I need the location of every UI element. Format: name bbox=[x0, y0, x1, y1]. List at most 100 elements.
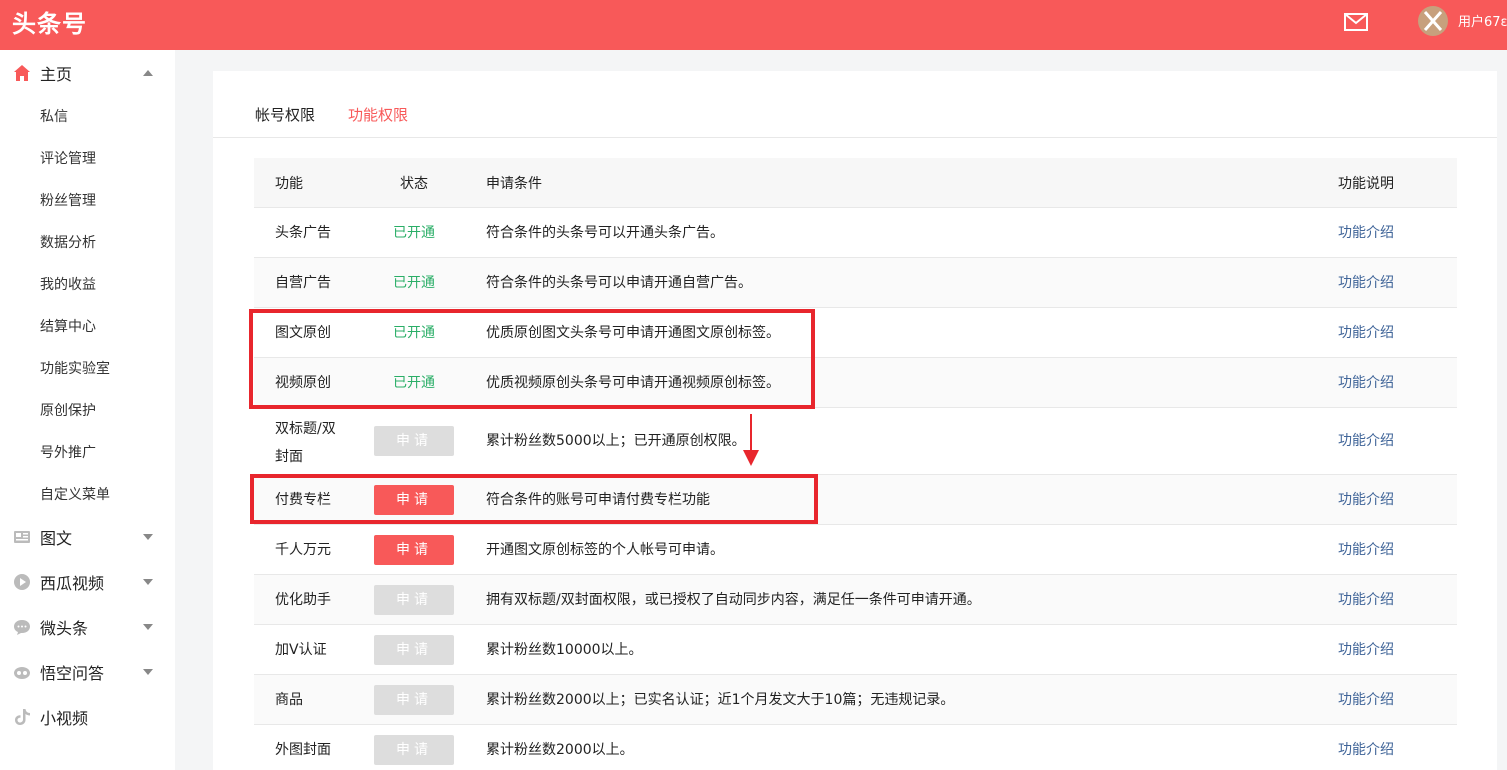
feature-intro-link[interactable]: 功能介绍 bbox=[1338, 489, 1394, 509]
table-row: 商品 申请 累计粉丝数2000以上；已实名认证；近1个月发文大于10篇；无违规记… bbox=[254, 675, 1457, 725]
table-header-row: 功能 状态 申请条件 功能说明 bbox=[254, 158, 1457, 208]
chevron-down-icon[interactable] bbox=[143, 623, 153, 630]
annotation-highlight-box bbox=[250, 474, 818, 524]
chevron-up-icon[interactable] bbox=[143, 69, 153, 76]
header-condition: 申请条件 bbox=[486, 176, 542, 192]
status-cell: 申请 bbox=[374, 426, 454, 456]
sidebar-item-label: 主页 bbox=[40, 64, 73, 84]
sidebar-item-label: 微头条 bbox=[40, 618, 89, 638]
apply-condition: 开通图文原创标签的个人帐号可申请。 bbox=[486, 542, 724, 558]
feature-intro-link[interactable]: 功能介绍 bbox=[1338, 372, 1394, 392]
sidebar-item-original[interactable]: 原创保护 bbox=[40, 400, 96, 420]
sidebar-item-promotion[interactable]: 号外推广 bbox=[40, 442, 96, 462]
feature-intro-link[interactable]: 功能介绍 bbox=[1338, 322, 1394, 342]
sidebar-item-analytics[interactable]: 数据分析 bbox=[40, 232, 96, 252]
table-row: 优化助手 申请 拥有双标题/双封面权限，或已授权了自动同步内容，满足任一条件可申… bbox=[254, 575, 1457, 625]
feature-name: 千人万元 bbox=[275, 542, 331, 558]
feature-name: 双标题/双封面 bbox=[275, 421, 336, 465]
tab-account-permissions[interactable]: 帐号权限 bbox=[255, 104, 315, 125]
feature-name: 优化助手 bbox=[275, 592, 331, 608]
apply-button[interactable]: 申请 bbox=[374, 735, 454, 765]
sidebar-item-messages[interactable]: 私信 bbox=[40, 106, 68, 126]
apply-button[interactable]: 申请 bbox=[374, 535, 454, 565]
status-cell: 申请 bbox=[374, 685, 454, 715]
status-cell: 申请 bbox=[374, 585, 454, 615]
mail-icon[interactable] bbox=[1344, 13, 1368, 31]
sidebar-item-settlement[interactable]: 结算中心 bbox=[40, 316, 96, 336]
top-header: 头条号 用户67ε bbox=[0, 0, 1507, 50]
sidebar-item-article[interactable]: 图文 bbox=[0, 514, 175, 559]
feature-name: 外图封面 bbox=[275, 742, 331, 758]
sidebar-item-xigua-video[interactable]: 西瓜视频 bbox=[0, 559, 175, 604]
chat-bubble-icon bbox=[14, 619, 30, 635]
feature-intro-link[interactable]: 功能介绍 bbox=[1338, 639, 1394, 659]
feature-intro-link[interactable]: 功能介绍 bbox=[1338, 222, 1394, 242]
status-cell: 申请 bbox=[374, 635, 454, 665]
status-cell: 申请 bbox=[374, 535, 454, 565]
apply-button[interactable]: 申请 bbox=[374, 426, 454, 456]
feature-name: 商品 bbox=[275, 692, 303, 708]
sidebar-item-label: 图文 bbox=[40, 528, 73, 548]
feature-intro-link[interactable]: 功能介绍 bbox=[1338, 430, 1394, 450]
apply-condition: 符合条件的头条号可以开通头条广告。 bbox=[486, 225, 724, 241]
status-badge: 已开通 bbox=[393, 225, 435, 241]
main-card: 帐号权限 功能权限 功能 状态 申请条件 功能说明 头条广告 已开通 符合条件的… bbox=[213, 71, 1497, 770]
feature-name: 加V认证 bbox=[275, 642, 327, 658]
sidebar-item-earnings[interactable]: 我的收益 bbox=[40, 274, 96, 294]
apply-condition: 拥有双标题/双封面权限，或已授权了自动同步内容，满足任一条件可申请开通。 bbox=[486, 592, 981, 608]
apply-button[interactable]: 申请 bbox=[374, 635, 454, 665]
apply-button[interactable]: 申请 bbox=[374, 585, 454, 615]
tab-feature-permissions[interactable]: 功能权限 bbox=[348, 104, 408, 125]
sidebar-item-wukong-qa[interactable]: 悟空问答 bbox=[0, 649, 175, 694]
annotation-highlight-box bbox=[249, 309, 815, 409]
header-status: 状态 bbox=[400, 176, 428, 192]
username[interactable]: 用户67ε bbox=[1458, 11, 1507, 30]
sidebar-item-short-video[interactable]: 小视频 bbox=[0, 694, 175, 739]
apply-condition: 累计粉丝数5000以上；已开通原创权限。 bbox=[486, 433, 746, 449]
home-icon bbox=[14, 64, 30, 81]
sidebar-item-label: 悟空问答 bbox=[40, 663, 105, 683]
chevron-down-icon[interactable] bbox=[143, 578, 153, 585]
sidebar-item-fans[interactable]: 粉丝管理 bbox=[40, 190, 96, 210]
app-logo[interactable]: 头条号 bbox=[12, 8, 87, 40]
avatar-icon[interactable] bbox=[1418, 6, 1448, 36]
status-badge: 已开通 bbox=[393, 275, 435, 291]
apply-condition: 累计粉丝数2000以上；已实名认证；近1个月发文大于10篇；无违规记录。 bbox=[486, 692, 955, 708]
table-row: 双标题/双封面 申请 累计粉丝数5000以上；已开通原创权限。 功能介绍 bbox=[254, 408, 1457, 475]
table-row: 加V认证 申请 累计粉丝数10000以上。 功能介绍 bbox=[254, 625, 1457, 675]
sidebar-item-comments[interactable]: 评论管理 bbox=[40, 148, 96, 168]
sidebar-item-custom-menu[interactable]: 自定义菜单 bbox=[40, 484, 110, 504]
feature-name: 头条广告 bbox=[275, 225, 331, 241]
chevron-down-icon[interactable] bbox=[143, 533, 153, 540]
article-icon bbox=[14, 530, 30, 543]
feature-intro-link[interactable]: 功能介绍 bbox=[1338, 539, 1394, 559]
feature-intro-link[interactable]: 功能介绍 bbox=[1338, 272, 1394, 292]
feature-intro-link[interactable]: 功能介绍 bbox=[1338, 689, 1394, 709]
tab-bar: 帐号权限 功能权限 bbox=[213, 71, 1497, 138]
play-icon bbox=[14, 573, 30, 590]
permissions-table: 功能 状态 申请条件 功能说明 头条广告 已开通 符合条件的头条号可以开通头条广… bbox=[254, 158, 1457, 770]
sidebar-item-micro-toutiao[interactable]: 微头条 bbox=[0, 604, 175, 649]
sidebar-item-lab[interactable]: 功能实验室 bbox=[40, 358, 110, 378]
header-description: 功能说明 bbox=[1338, 176, 1394, 192]
sidebar-item-home[interactable]: 主页 bbox=[0, 50, 175, 95]
apply-condition: 累计粉丝数10000以上。 bbox=[486, 642, 643, 658]
annotation-arrow-down-icon bbox=[743, 414, 759, 466]
feature-intro-link[interactable]: 功能介绍 bbox=[1338, 589, 1394, 609]
table-row: 头条广告 已开通 符合条件的头条号可以开通头条广告。 功能介绍 bbox=[254, 208, 1457, 258]
sidebar-item-label: 小视频 bbox=[40, 708, 89, 728]
sidebar-item-label: 西瓜视频 bbox=[40, 573, 105, 593]
status-cell: 申请 bbox=[374, 735, 454, 765]
table-row: 外图封面 申请 累计粉丝数2000以上。 功能介绍 bbox=[254, 725, 1457, 770]
feature-name: 自营广告 bbox=[275, 275, 331, 291]
table-row: 千人万元 申请 开通图文原创标签的个人帐号可申请。 功能介绍 bbox=[254, 525, 1457, 575]
apply-condition: 累计粉丝数2000以上。 bbox=[486, 742, 634, 758]
table-row: 自营广告 已开通 符合条件的头条号可以申请开通自营广告。 功能介绍 bbox=[254, 258, 1457, 308]
chevron-down-icon[interactable] bbox=[143, 668, 153, 675]
apply-button[interactable]: 申请 bbox=[374, 685, 454, 715]
qa-icon bbox=[14, 666, 30, 679]
feature-intro-link[interactable]: 功能介绍 bbox=[1338, 739, 1394, 759]
apply-condition: 符合条件的头条号可以申请开通自营广告。 bbox=[486, 275, 752, 291]
header-feature: 功能 bbox=[275, 176, 303, 192]
tiktok-icon bbox=[15, 708, 30, 725]
